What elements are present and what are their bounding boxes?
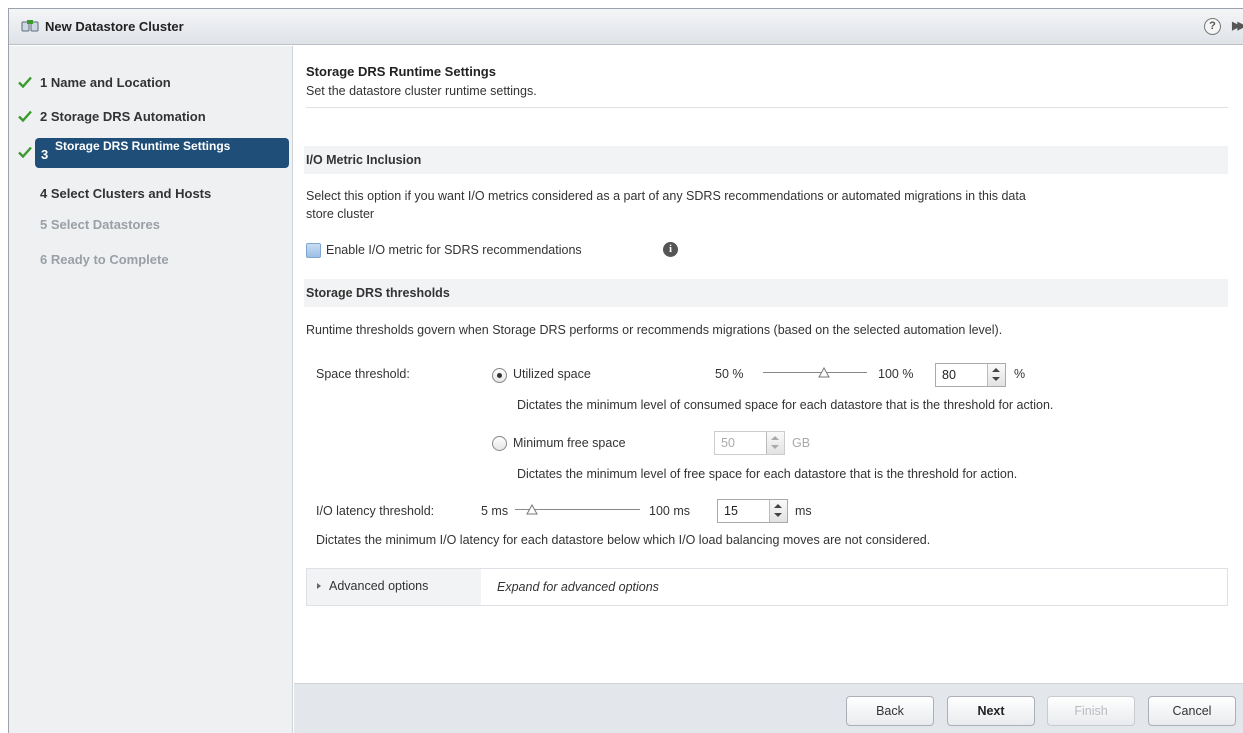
step-label: 5 Select Datastores — [40, 217, 160, 232]
latency-slider-max: 100 ms — [649, 504, 690, 518]
space-threshold-label: Space threshold: — [316, 367, 410, 381]
help-icon[interactable]: ? — [1204, 18, 1221, 35]
minimum-free-space-radio[interactable] — [492, 436, 507, 451]
info-icon[interactable]: i — [663, 242, 678, 257]
step-label: Storage DRS Runtime Settings — [55, 139, 231, 153]
free-space-value: 50 — [721, 436, 735, 450]
io-metric-description-2: store cluster — [306, 207, 375, 221]
utilized-space-radio[interactable] — [492, 368, 507, 383]
free-space-stepper: 50 — [714, 431, 785, 455]
stepper-buttons[interactable] — [769, 500, 787, 522]
advanced-options-label[interactable]: Advanced options — [329, 579, 428, 593]
checkmark-icon — [18, 146, 32, 159]
io-latency-stepper[interactable]: 15 — [717, 499, 788, 523]
utilized-space-slider[interactable] — [763, 367, 867, 379]
step-name-and-location[interactable]: 1 Name and Location — [9, 68, 293, 98]
utilized-space-stepper[interactable]: 80 — [935, 363, 1006, 387]
io-latency-slider[interactable] — [515, 504, 640, 516]
content-pane: Storage DRS Runtime Settings Set the dat… — [294, 46, 1243, 683]
checkmark-icon — [18, 110, 32, 123]
utilized-space-label[interactable]: Utilized space — [513, 367, 591, 381]
expand-caret-icon[interactable] — [317, 583, 321, 589]
advanced-options-toggle[interactable]: Advanced options — [307, 569, 481, 605]
thresholds-description: Runtime thresholds govern when Storage D… — [306, 323, 1003, 337]
step-label: 2 Storage DRS Automation — [40, 109, 206, 124]
title-bar: New Datastore Cluster ? ▶▶ — [9, 9, 1243, 45]
step-label: 1 Name and Location — [40, 75, 171, 90]
enable-io-metric-checkbox[interactable] — [306, 243, 321, 258]
advanced-options-row[interactable]: Advanced options Expand for advanced opt… — [306, 568, 1228, 606]
back-button[interactable]: Back — [846, 696, 934, 726]
io-latency-help: Dictates the minimum I/O latency for eac… — [316, 533, 931, 547]
window-title: New Datastore Cluster — [45, 19, 184, 34]
decrement-icon[interactable] — [992, 377, 1000, 381]
io-latency-value[interactable]: 15 — [724, 504, 738, 518]
advanced-options-description: Expand for advanced options — [497, 580, 659, 594]
stepper-buttons — [766, 432, 784, 454]
step-label: 6 Ready to Complete — [40, 252, 169, 267]
page-subtitle: Set the datastore cluster runtime settin… — [306, 84, 537, 98]
step-select-clusters-and-hosts[interactable]: 4 Select Clusters and Hosts — [9, 179, 293, 209]
enable-io-metric-label[interactable]: Enable I/O metric for SDRS recommendatio… — [326, 243, 582, 257]
thresholds-heading: Storage DRS thresholds — [306, 286, 450, 300]
increment-icon[interactable] — [992, 368, 1000, 372]
io-latency-label: I/O latency threshold: — [316, 504, 435, 518]
slider-thumb[interactable] — [526, 504, 539, 515]
utilized-slider-min: 50 % — [715, 367, 744, 381]
io-latency-unit: ms — [795, 504, 812, 518]
double-chevron-right-icon[interactable]: ▶▶ — [1232, 19, 1243, 32]
wizard-footer: Back Next Finish Cancel — [294, 683, 1243, 733]
increment-icon[interactable] — [774, 504, 782, 508]
latency-slider-min: 5 ms — [481, 504, 509, 518]
step-storage-drs-runtime-settings[interactable]: 3 Storage DRS Runtime Settings — [9, 138, 293, 168]
step-storage-drs-automation[interactable]: 2 Storage DRS Automation — [9, 102, 293, 132]
datastore-cluster-icon — [21, 20, 39, 32]
step-select-datastores: 5 Select Datastores — [9, 210, 293, 240]
io-metric-heading: I/O Metric Inclusion — [306, 153, 422, 167]
stepper-buttons[interactable] — [987, 364, 1005, 386]
wizard-steps-sidebar: 1 Name and Location 2 Storage DRS Automa… — [9, 46, 293, 733]
thresholds-header: Storage DRS thresholds — [304, 279, 1228, 307]
next-button[interactable]: Next — [947, 696, 1035, 726]
wizard-window: New Datastore Cluster ? ▶▶ 1 Name and Lo… — [8, 8, 1243, 733]
increment-icon — [771, 436, 779, 440]
cancel-button[interactable]: Cancel — [1148, 696, 1236, 726]
step-number: 3 — [41, 147, 49, 162]
utilized-space-unit: % — [1014, 367, 1026, 381]
decrement-icon — [771, 445, 779, 449]
free-space-help: Dictates the minimum level of free space… — [517, 467, 1018, 481]
page-title: Storage DRS Runtime Settings — [306, 64, 496, 79]
step-ready-to-complete: 6 Ready to Complete — [9, 245, 293, 275]
minimum-free-space-label[interactable]: Minimum free space — [513, 436, 626, 450]
checkmark-icon — [18, 76, 32, 89]
decrement-icon[interactable] — [774, 513, 782, 517]
divider — [306, 107, 1228, 108]
io-metric-header: I/O Metric Inclusion — [304, 146, 1228, 174]
finish-button: Finish — [1047, 696, 1135, 726]
step-label: 4 Select Clusters and Hosts — [40, 186, 212, 201]
slider-thumb[interactable] — [818, 367, 831, 378]
slider-track — [763, 372, 867, 373]
utilized-slider-max: 100 % — [878, 367, 914, 381]
io-metric-description-1: Select this option if you want I/O metri… — [306, 189, 1026, 203]
utilized-space-value[interactable]: 80 — [942, 368, 956, 382]
utilized-space-help: Dictates the minimum level of consumed s… — [517, 398, 1054, 412]
free-space-unit: GB — [792, 436, 811, 450]
